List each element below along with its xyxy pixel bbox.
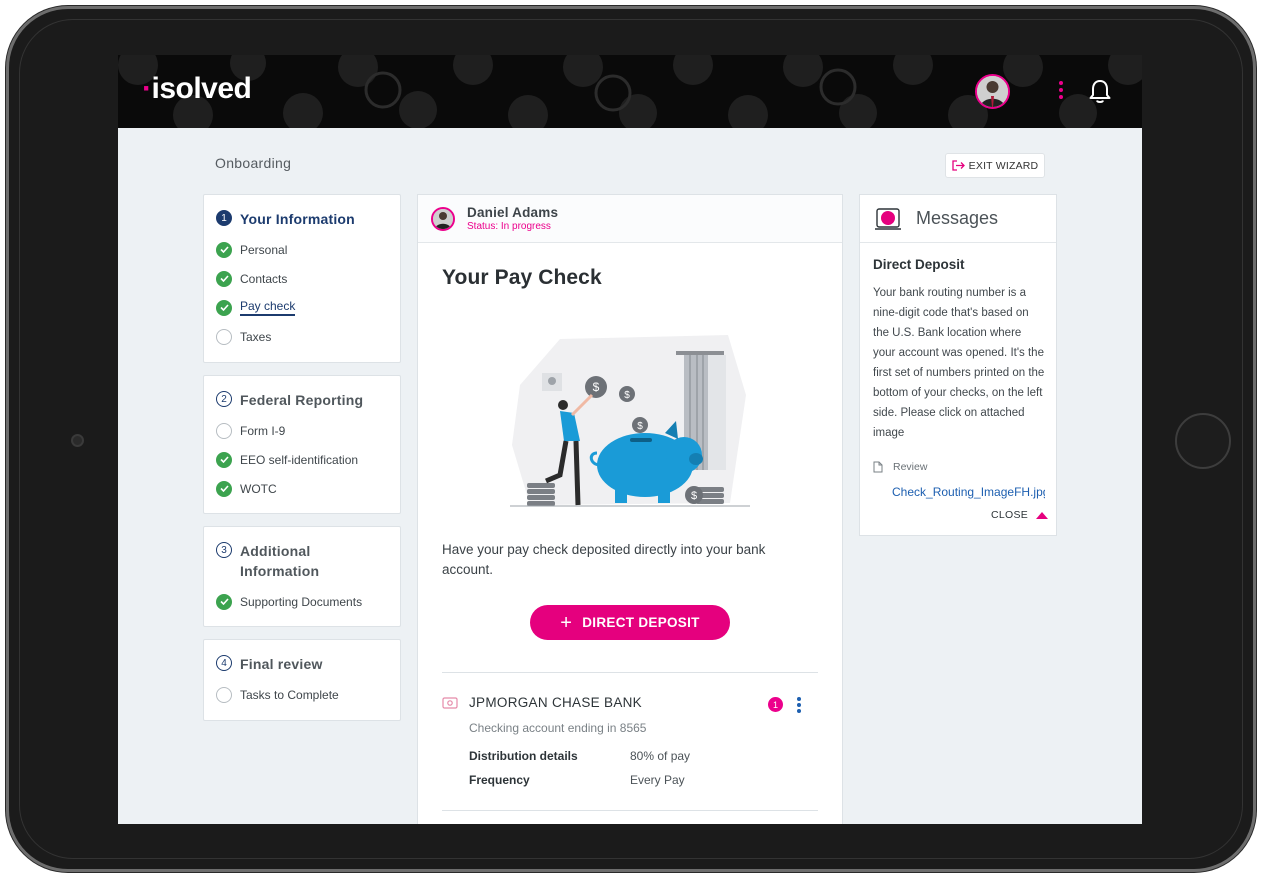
pay-check-description: Have your pay check deposited directly i…	[442, 542, 766, 577]
messages-panel: Messages Direct Deposit Your bank routin…	[859, 194, 1057, 536]
attachment-link[interactable]: Check_Routing_ImageFH.jpg	[892, 485, 1045, 499]
step-item-label: Supporting Documents	[240, 594, 363, 609]
step-item-label: Form I-9	[240, 423, 286, 438]
user-avatar[interactable]	[975, 74, 1010, 109]
messages-header: Messages	[860, 195, 1056, 243]
step-item-label-current[interactable]: Pay check	[240, 299, 296, 316]
bank-name: JPMORGAN CHASE BANK	[469, 695, 642, 710]
close-button[interactable]: CLOSE	[991, 509, 1049, 521]
check-circle-icon	[216, 299, 232, 316]
distribution-label: Distribution details	[469, 749, 578, 763]
kebab-menu-icon[interactable]	[1058, 81, 1064, 103]
step-item-label: WOTC	[240, 481, 277, 496]
step-card-federal-reporting[interactable]: 2 Federal Reporting Form I-9 EEO self-id…	[203, 375, 401, 514]
bell-icon[interactable]	[1088, 79, 1112, 105]
svg-text:$: $	[637, 421, 643, 432]
step-title: Additional Information	[240, 543, 320, 579]
direct-deposit-button[interactable]: + DIRECT DEPOSIT	[530, 605, 730, 640]
employee-avatar	[431, 206, 455, 231]
employee-status: Status: In progress	[467, 221, 551, 232]
step-item-taxes[interactable]: Taxes	[204, 322, 400, 351]
document-icon	[873, 461, 883, 473]
step-item-tasks[interactable]: Tasks to Complete	[204, 680, 400, 709]
step-item-contacts[interactable]: Contacts	[204, 264, 400, 293]
priority-badge: 1	[768, 697, 783, 712]
message-subject: Direct Deposit	[873, 257, 965, 272]
step-item-pay-check[interactable]: Pay check	[204, 293, 400, 322]
step-title: Federal Reporting	[240, 392, 364, 408]
svg-text:$: $	[691, 490, 697, 502]
step-card-additional-information[interactable]: 3 Additional Information Supporting Docum…	[203, 526, 401, 627]
step-item-label: Taxes	[240, 329, 272, 344]
direct-deposit-label: DIRECT DEPOSIT	[582, 615, 700, 630]
home-button[interactable]	[1175, 413, 1231, 469]
check-circle-icon	[216, 593, 232, 610]
check-circle-icon	[216, 241, 232, 258]
check-circle-icon	[216, 451, 232, 468]
breadcrumb: Onboarding	[215, 155, 292, 171]
frequency-value: Every Pay	[630, 773, 685, 787]
frequency-label: Frequency	[469, 773, 530, 787]
step-number: 4	[216, 655, 232, 671]
step-item-label: Contacts	[240, 271, 288, 286]
empty-circle-icon	[216, 422, 232, 439]
account-info: Checking account ending in 8565	[469, 721, 647, 735]
step-title: Your Information	[240, 211, 355, 227]
check-circle-icon	[216, 480, 232, 497]
step-item-label: Tasks to Complete	[240, 687, 339, 702]
divider	[442, 672, 818, 673]
exit-icon	[952, 160, 965, 171]
employee-name: Daniel Adams	[467, 205, 559, 220]
messages-title: Messages	[916, 208, 999, 228]
svg-text:$: $	[593, 380, 600, 394]
check-circle-icon	[216, 270, 232, 287]
exit-wizard-label: EXIT WIZARD	[968, 159, 1039, 172]
app-screen: ·isolved Onboarding EXIT WIZARD 1 Your I…	[118, 55, 1142, 824]
step-number: 3	[216, 542, 232, 558]
plus-icon: +	[560, 611, 573, 634]
money-icon	[442, 697, 458, 709]
pay-check-panel: Daniel Adams Status: In progress Your Pa…	[417, 194, 843, 824]
step-item-form-i9[interactable]: Form I-9	[204, 416, 400, 445]
review-row: Review	[873, 461, 927, 473]
step-item-supporting-documents[interactable]: Supporting Documents	[204, 587, 400, 616]
step-item-label: EEO self-identification	[240, 452, 359, 467]
step-item-wotc[interactable]: WOTC	[204, 474, 400, 503]
step-number: 1	[216, 210, 232, 226]
svg-text:$: $	[624, 390, 630, 401]
caret-up-icon	[1036, 511, 1049, 519]
step-item-personal[interactable]: Personal	[204, 235, 400, 264]
distribution-value: 80% of pay	[630, 749, 691, 763]
message-body: Your bank routing number is a nine-digit…	[873, 287, 1045, 439]
empty-circle-icon	[216, 686, 232, 703]
step-card-your-information[interactable]: 1 Your Information Personal Contacts Pay…	[203, 194, 401, 363]
divider	[442, 810, 818, 811]
step-title: Final review	[240, 656, 323, 672]
review-label: Review	[893, 461, 928, 473]
empty-circle-icon	[216, 328, 232, 345]
account-menu-icon[interactable]	[796, 697, 802, 715]
messages-icon	[875, 207, 901, 230]
step-number: 2	[216, 391, 232, 407]
isolved-logo[interactable]: ·isolved	[142, 72, 252, 106]
step-item-eeo[interactable]: EEO self-identification	[204, 445, 400, 474]
employee-header: Daniel Adams Status: In progress	[418, 195, 842, 243]
top-bar: ·isolved	[118, 55, 1142, 128]
exit-wizard-button[interactable]: EXIT WIZARD	[945, 153, 1045, 178]
camera-icon	[71, 434, 84, 447]
page-title: Your Pay Check	[442, 266, 602, 289]
piggy-bank-illustration: $ $ $ $	[510, 335, 750, 507]
step-card-final-review[interactable]: 4 Final review Tasks to Complete	[203, 639, 401, 721]
step-item-label: Personal	[240, 242, 288, 257]
close-label: CLOSE	[991, 509, 1029, 521]
